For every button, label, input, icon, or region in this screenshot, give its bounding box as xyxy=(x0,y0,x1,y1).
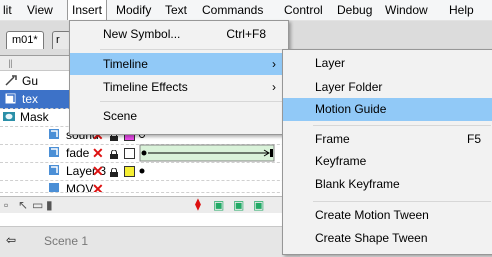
onion-skin-icon[interactable]: ▣ xyxy=(213,198,224,212)
layer-name: Gu xyxy=(22,74,39,88)
menu-edit-partial[interactable]: lit xyxy=(0,0,17,20)
menu-help[interactable]: Help xyxy=(444,0,479,20)
edit-multiple-icon[interactable]: ▣ xyxy=(253,198,264,212)
layer-icon xyxy=(48,128,62,141)
lock-icon[interactable] xyxy=(110,148,118,159)
menu-control[interactable]: Control xyxy=(279,0,328,20)
add-guide-icon[interactable]: ↖ xyxy=(18,198,28,212)
layer-row-mov[interactable]: MOV ✕ xyxy=(0,180,300,193)
outline-color-swatch[interactable] xyxy=(124,166,135,177)
layer-name: Mask xyxy=(20,110,49,124)
submenu-item-blank-keyframe[interactable]: Blank Keyframe xyxy=(283,173,492,196)
layer-name: MOV xyxy=(66,182,94,193)
submenu-item-create-motion-tween[interactable]: Create Motion Tween xyxy=(283,204,492,227)
layer-row-fade[interactable]: fade ✕ xyxy=(0,144,300,163)
menu-debug[interactable]: Debug xyxy=(332,0,377,20)
insert-menu-dropdown: New Symbol... Ctrl+F8 Timeline › Timelin… xyxy=(69,20,289,135)
menu-item-new-symbol[interactable]: New Symbol... Ctrl+F8 xyxy=(70,23,288,45)
menu-commands[interactable]: Commands xyxy=(197,0,268,20)
submenu-item-motion-guide[interactable]: Motion Guide xyxy=(283,98,492,121)
insert-layer-icon[interactable]: ▫ xyxy=(4,198,8,212)
tween-frames[interactable] xyxy=(138,144,298,162)
submenu-item-layer[interactable]: Layer xyxy=(283,52,492,75)
shortcut-label: F5 xyxy=(466,132,481,146)
menu-view[interactable]: View xyxy=(22,0,58,20)
menu-item-scene[interactable]: Scene xyxy=(70,105,288,127)
submenu-item-layer-folder[interactable]: Layer Folder xyxy=(283,76,492,99)
layer-icon xyxy=(48,164,62,177)
scene-label[interactable]: Scene 1 xyxy=(44,234,88,248)
layer-name: tex xyxy=(22,92,39,106)
layer-icon xyxy=(48,182,62,192)
mask-layer-icon xyxy=(2,110,16,123)
layer-icon xyxy=(48,146,62,159)
layer-name: fade xyxy=(66,146,90,160)
submenu-arrow-icon: › xyxy=(272,80,276,94)
insert-folder-icon[interactable]: ▭ xyxy=(32,198,43,212)
menu-window[interactable]: Window xyxy=(380,0,433,20)
frame-row[interactable] xyxy=(138,162,298,180)
menu-item-timeline[interactable]: Timeline › xyxy=(70,53,288,75)
hide-x-icon[interactable]: ✕ xyxy=(92,162,104,180)
submenu-item-frame[interactable]: Frame F5 xyxy=(283,128,492,151)
center-frame-icon[interactable]: ⧫ xyxy=(195,197,201,211)
layer-row-layer3[interactable]: Layer 3 ✕ xyxy=(0,162,300,181)
submenu-item-create-shape-tween[interactable]: Create Shape Tween xyxy=(283,227,492,250)
submenu-arrow-icon: › xyxy=(272,57,276,71)
document-tab[interactable]: m01* xyxy=(6,31,44,49)
hide-x-icon[interactable]: ✕ xyxy=(92,180,104,192)
timeline-toolbar: ▫ ↖ ▭ ▮ ⧫ ▣ ▣ ▣ xyxy=(0,196,300,213)
menu-insert[interactable]: Insert xyxy=(67,0,108,20)
timeline-submenu: Layer Layer Folder Motion Guide Frame F5… xyxy=(282,49,492,255)
shortcut-label: Ctrl+F8 xyxy=(226,27,266,41)
layer-icon xyxy=(4,92,18,105)
menu-bar: lit View Insert Modify Text Commands Con… xyxy=(0,0,492,21)
menu-item-timeline-effects[interactable]: Timeline Effects › xyxy=(70,76,288,98)
menu-modify[interactable]: Modify xyxy=(111,0,156,20)
onion-outline-icon[interactable]: ▣ xyxy=(233,198,244,212)
guide-layer-icon xyxy=(4,74,18,87)
back-arrow-icon[interactable]: ⇦ xyxy=(6,233,16,247)
delete-layer-icon[interactable]: ▮ xyxy=(46,198,53,212)
menu-text[interactable]: Text xyxy=(160,0,192,20)
lock-icon[interactable] xyxy=(110,166,118,177)
edit-bar: ⇦ Scene 1 xyxy=(0,226,300,257)
outline-color-swatch[interactable] xyxy=(124,148,135,159)
panel-grip-icon: ‖ xyxy=(8,57,13,71)
submenu-item-keyframe[interactable]: Keyframe xyxy=(283,150,492,173)
hide-x-icon[interactable]: ✕ xyxy=(92,144,104,162)
